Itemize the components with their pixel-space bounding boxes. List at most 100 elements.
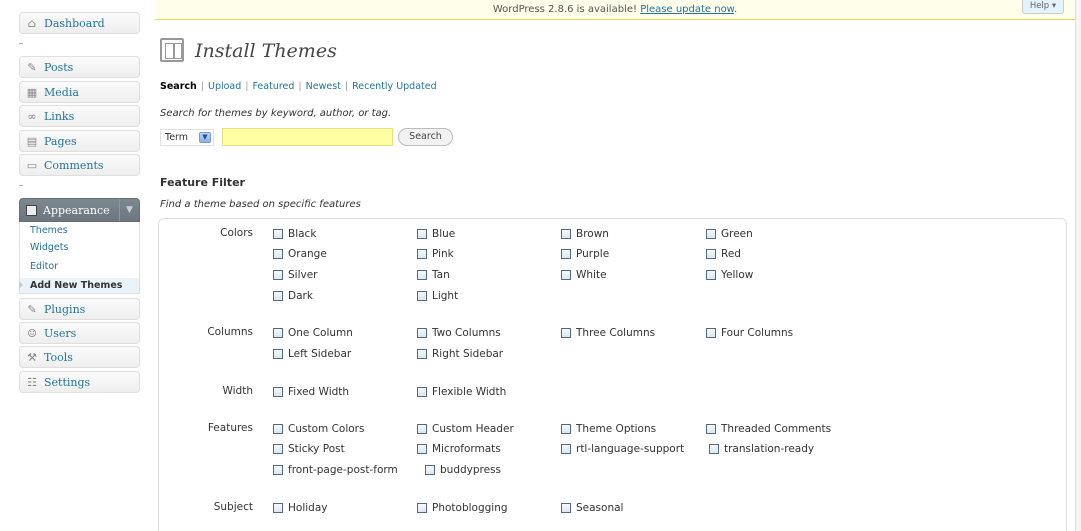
menu-links[interactable]: ∞ Links	[19, 105, 140, 127]
filter-option[interactable]: Custom Colors	[273, 423, 364, 435]
filter-option[interactable]: Right Sidebar	[417, 348, 503, 360]
tab-featured[interactable]: Featured	[252, 81, 294, 92]
checkbox[interactable]	[417, 328, 427, 338]
filter-option[interactable]: Green	[706, 228, 753, 240]
checkbox[interactable]	[706, 249, 716, 259]
menu-tools[interactable]: ⚒ Tools	[19, 346, 140, 368]
filter-option[interactable]: Four Columns	[706, 327, 793, 339]
checkbox[interactable]	[273, 291, 283, 301]
filter-option[interactable]: Left Sidebar	[273, 348, 351, 360]
menu-posts[interactable]: ✎ Posts	[19, 56, 140, 78]
checkbox[interactable]	[417, 503, 427, 513]
filter-option[interactable]: Sticky Post	[273, 443, 345, 455]
checkbox[interactable]	[273, 349, 283, 359]
checkbox[interactable]	[273, 328, 283, 338]
checkbox[interactable]	[273, 444, 283, 454]
tab-newest[interactable]: Newest	[306, 81, 341, 92]
checkbox[interactable]	[273, 465, 283, 475]
checkbox[interactable]	[561, 249, 571, 259]
filter-option[interactable]: Holiday	[273, 502, 327, 514]
filter-option[interactable]: Microformats	[417, 443, 501, 455]
submenu-add-new-themes[interactable]: Add New Themes	[19, 278, 139, 293]
update-notice: WordPress 2.8.6 is available! Please upd…	[155, 0, 1075, 20]
filter-option[interactable]: Photoblogging	[417, 502, 508, 514]
checkbox[interactable]	[273, 387, 283, 397]
filter-option[interactable]: translation-ready	[709, 443, 814, 455]
menu-dashboard[interactable]: ⌂ Dashboard	[19, 12, 140, 34]
filter-option[interactable]: Light	[417, 290, 458, 302]
checkbox[interactable]	[561, 424, 571, 434]
filter-option[interactable]: Blue	[417, 228, 455, 240]
submenu-themes[interactable]: Themes	[30, 225, 68, 236]
checkbox[interactable]	[709, 444, 719, 454]
checkbox[interactable]	[417, 249, 427, 259]
filter-option[interactable]: Red	[706, 248, 741, 260]
tab-search[interactable]: Search	[160, 81, 197, 92]
checkbox[interactable]	[273, 270, 283, 280]
checkbox[interactable]	[273, 424, 283, 434]
menu-comments[interactable]: ▭ Comments	[19, 154, 140, 176]
filter-option[interactable]: Two Columns	[417, 327, 501, 339]
filter-option[interactable]: Pink	[417, 248, 454, 260]
checkbox[interactable]	[273, 229, 283, 239]
menu-media[interactable]: ▦ Media	[19, 81, 140, 103]
scrollbar[interactable]	[1075, 0, 1081, 531]
checkbox[interactable]	[561, 229, 571, 239]
filter-option[interactable]: Black	[273, 228, 316, 240]
filter-option[interactable]: Three Columns	[561, 327, 655, 339]
help-button[interactable]: Help ▾	[1022, 0, 1064, 14]
checkbox[interactable]	[425, 465, 435, 475]
filter-option[interactable]: Threaded Comments	[706, 423, 831, 435]
filter-option[interactable]: One Column	[273, 327, 353, 339]
checkbox[interactable]	[417, 229, 427, 239]
submenu-editor[interactable]: Editor	[30, 261, 58, 272]
filter-option[interactable]: Brown	[561, 228, 609, 240]
filter-option[interactable]: Tan	[417, 269, 450, 281]
filter-option[interactable]: White	[561, 269, 607, 281]
checkbox[interactable]	[417, 270, 427, 280]
checkbox[interactable]	[417, 444, 427, 454]
filter-option[interactable]: Purple	[561, 248, 609, 260]
menu-toggle-icon[interactable]: ▼	[119, 199, 139, 221]
menu-settings[interactable]: ☷ Settings	[19, 371, 140, 393]
filter-option[interactable]: rtl-language-support	[561, 443, 684, 455]
menu-plugins[interactable]: ✎ Plugins	[19, 298, 140, 320]
checkbox[interactable]	[561, 328, 571, 338]
chevron-down-icon[interactable]: ▼	[199, 132, 211, 143]
menu-appearance[interactable]: Appearance ▼	[19, 198, 140, 222]
checkbox[interactable]	[706, 270, 716, 280]
search-button[interactable]: Search	[398, 128, 453, 146]
checkbox[interactable]	[706, 424, 716, 434]
checkbox[interactable]	[273, 503, 283, 513]
filter-option[interactable]: Silver	[273, 269, 318, 281]
checkbox[interactable]	[417, 424, 427, 434]
checkbox[interactable]	[417, 387, 427, 397]
menu-pages[interactable]: ▤ Pages	[19, 130, 140, 152]
tab-recently-updated[interactable]: Recently Updated	[352, 81, 437, 92]
update-now-link[interactable]: Please update now	[640, 4, 734, 15]
checkbox[interactable]	[273, 249, 283, 259]
filter-option[interactable]: Flexible Width	[417, 386, 506, 398]
filter-option[interactable]: Theme Options	[561, 423, 656, 435]
filter-option[interactable]: front-page-post-form	[273, 464, 398, 476]
checkbox[interactable]	[561, 270, 571, 280]
filter-option[interactable]: Fixed Width	[273, 386, 349, 398]
checkbox[interactable]	[706, 229, 716, 239]
submenu-widgets[interactable]: Widgets	[30, 242, 68, 253]
filter-option[interactable]: Orange	[273, 248, 327, 260]
filter-option[interactable]: buddypress	[425, 464, 501, 476]
filter-option[interactable]: Custom Header	[417, 423, 514, 435]
filter-option[interactable]: Yellow	[706, 269, 753, 281]
tab-upload[interactable]: Upload	[208, 81, 241, 92]
update-notice-text: WordPress 2.8.6 is available!	[492, 4, 641, 15]
checkbox[interactable]	[706, 328, 716, 338]
menu-users[interactable]: ☺ Users	[19, 322, 140, 344]
checkbox[interactable]	[417, 291, 427, 301]
checkbox[interactable]	[417, 349, 427, 359]
search-input[interactable]	[222, 128, 393, 146]
filter-option[interactable]: Dark	[273, 290, 313, 302]
checkbox[interactable]	[561, 444, 571, 454]
filter-option[interactable]: Seasonal	[561, 502, 623, 514]
search-type-select[interactable]: Term ▼	[160, 129, 214, 146]
checkbox[interactable]	[561, 503, 571, 513]
